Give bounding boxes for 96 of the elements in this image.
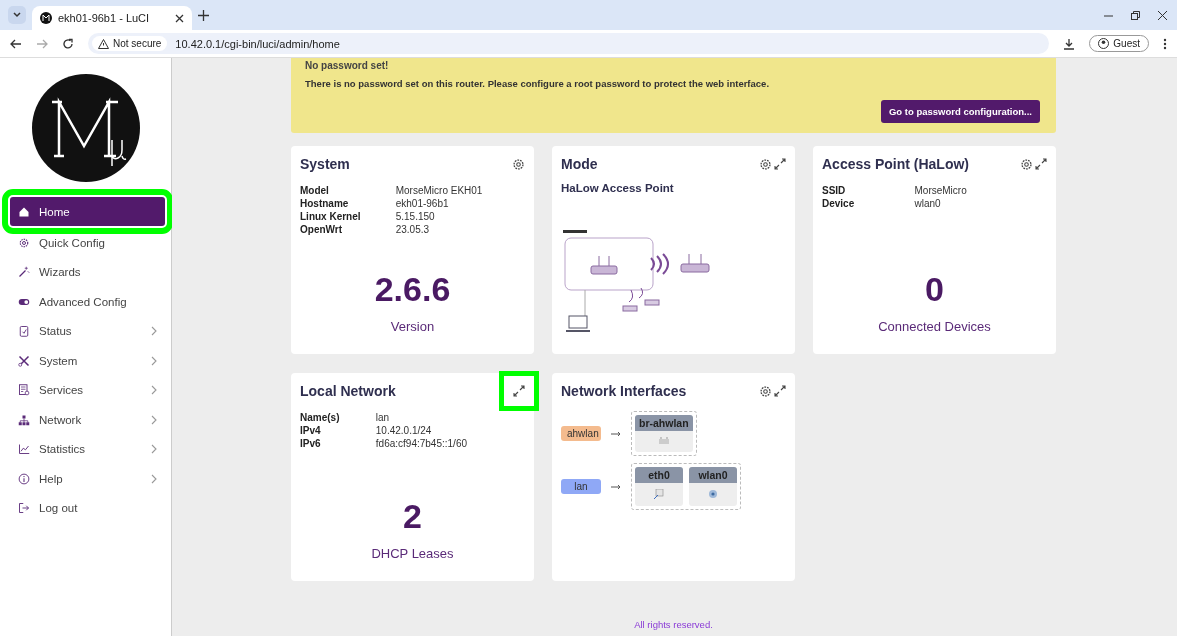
field-label: SSID bbox=[822, 184, 847, 197]
settings-icon[interactable] bbox=[759, 157, 772, 171]
tools-icon bbox=[18, 354, 30, 367]
field-label: OpenWrt bbox=[300, 223, 396, 236]
house-icon bbox=[18, 205, 30, 218]
field-value: MorseMicro EKH01 bbox=[395, 184, 484, 197]
magic-wand-icon bbox=[18, 266, 30, 279]
sidebar-item[interactable]: Services bbox=[10, 375, 165, 405]
field-value: fd6a:cf94:7b45::1/60 bbox=[375, 437, 468, 450]
sidebar-item[interactable]: Quick Config bbox=[10, 228, 165, 258]
ethernet-port-icon bbox=[654, 489, 664, 499]
download-icon[interactable] bbox=[1063, 37, 1076, 50]
sidebar-item[interactable]: Log out bbox=[10, 493, 165, 523]
footer-text: All rights reserved. bbox=[634, 619, 713, 630]
back-arrow-icon[interactable] bbox=[10, 37, 22, 50]
stat-value: 2 bbox=[402, 497, 423, 536]
stat-caption: Connected Devices bbox=[877, 319, 992, 334]
banner-message: There is no password set on this router. Please configure a root password to protect the web interface. bbox=[305, 78, 770, 89]
expand-icon[interactable] bbox=[1035, 158, 1047, 170]
warning-icon bbox=[98, 38, 109, 49]
chevron-right-icon bbox=[151, 385, 157, 396]
sidebar-item[interactable]: Advanced Config bbox=[10, 287, 165, 317]
sidebar-item[interactable]: Wizards bbox=[10, 257, 165, 287]
field-label: Hostname bbox=[300, 197, 396, 210]
field-value: MorseMicro bbox=[914, 184, 968, 197]
chevron-right-icon bbox=[151, 326, 157, 337]
device-card: wlan0 bbox=[689, 467, 737, 506]
sidebar-item[interactable]: Statistics bbox=[10, 434, 165, 464]
stat-caption: DHCP Leases bbox=[370, 546, 455, 561]
expand-icon[interactable] bbox=[513, 385, 525, 397]
banner-title: No password set! bbox=[305, 60, 390, 71]
field-value: 23.05.3 bbox=[395, 223, 431, 236]
person-icon bbox=[1098, 38, 1110, 49]
arrow-right-icon bbox=[611, 483, 621, 490]
bridge-icon bbox=[658, 437, 669, 445]
field-value: 10.42.0.1/24 bbox=[375, 424, 433, 437]
settings-icon[interactable] bbox=[1020, 157, 1033, 171]
card-title: Access Point (HaLow) bbox=[822, 156, 971, 172]
expand-icon[interactable] bbox=[774, 158, 786, 170]
mode-subtitle: HaLow Access Point bbox=[561, 182, 675, 194]
field-label: IPv4 bbox=[300, 424, 376, 437]
line-chart-icon bbox=[18, 443, 30, 456]
new-tab-icon[interactable] bbox=[198, 9, 209, 21]
wireless-icon bbox=[708, 489, 718, 499]
field-value: wlan0 bbox=[914, 197, 942, 210]
tab-title: ekh01-96b1 - LuCI bbox=[58, 12, 151, 24]
chevron-right-icon bbox=[151, 355, 157, 366]
field-label: IPv6 bbox=[300, 437, 376, 450]
chevron-right-icon bbox=[151, 444, 157, 455]
close-icon[interactable] bbox=[175, 13, 184, 23]
logo-icon bbox=[31, 74, 140, 182]
more-options-icon[interactable] bbox=[1163, 37, 1167, 50]
field-value: lan bbox=[375, 411, 391, 424]
sidebar-item[interactable]: Status bbox=[10, 316, 165, 346]
gear-icon bbox=[18, 236, 30, 249]
sidebar-item[interactable]: System bbox=[10, 346, 165, 376]
stat-value: 2.6.6 bbox=[373, 270, 452, 309]
logout-icon bbox=[18, 502, 30, 515]
card-title: Local Network bbox=[300, 383, 397, 399]
chevron-right-icon bbox=[151, 473, 157, 484]
field-value: 5.15.150 bbox=[395, 210, 436, 223]
stat-caption: Version bbox=[389, 319, 436, 334]
close-icon[interactable] bbox=[1158, 10, 1167, 20]
chevron-right-icon bbox=[151, 414, 157, 425]
card-title: System bbox=[300, 156, 351, 172]
info-icon bbox=[18, 472, 30, 485]
sidebar-item[interactable]: Network bbox=[10, 405, 165, 435]
network-tag: ahwlan bbox=[561, 426, 601, 441]
field-label: Device bbox=[822, 197, 915, 210]
clipboard-icon bbox=[18, 325, 30, 338]
reload-icon[interactable] bbox=[62, 37, 74, 50]
card-title: Mode bbox=[561, 156, 599, 172]
expand-icon[interactable] bbox=[774, 385, 786, 397]
field-label: Linux Kernel bbox=[300, 210, 396, 223]
field-value: ekh01-96b1 bbox=[395, 197, 450, 210]
url-text: 10.42.0.1/cgi-bin/luci/admin/home bbox=[175, 37, 340, 50]
password-config-button[interactable]: Go to password configuration... bbox=[880, 100, 1040, 123]
card-title: Network Interfaces bbox=[561, 383, 688, 399]
network-icon bbox=[18, 413, 30, 426]
arrow-right-icon bbox=[611, 430, 621, 437]
device-card: br-ahwlan bbox=[635, 415, 693, 452]
field-label: Model bbox=[300, 184, 396, 197]
tab-list-icon[interactable] bbox=[8, 6, 26, 24]
site-favicon-icon bbox=[40, 12, 52, 24]
sidebar-item[interactable]: Help bbox=[10, 464, 165, 494]
settings-icon[interactable] bbox=[759, 384, 772, 398]
device-card: eth0 bbox=[635, 467, 683, 506]
settings-icon[interactable] bbox=[512, 157, 525, 171]
document-gear-icon bbox=[18, 384, 30, 397]
address-bar[interactable]: Not secure 10.42.0.1/cgi-bin/luci/admin/home bbox=[88, 33, 1050, 54]
browser-tab[interactable]: ekh01-96b1 - LuCI bbox=[32, 6, 192, 30]
field-label: Name(s) bbox=[300, 411, 376, 424]
restore-icon[interactable] bbox=[1131, 10, 1140, 20]
network-tag: lan bbox=[561, 479, 601, 494]
stat-value: 0 bbox=[924, 270, 945, 309]
security-indicator[interactable]: Not secure bbox=[92, 36, 168, 51]
